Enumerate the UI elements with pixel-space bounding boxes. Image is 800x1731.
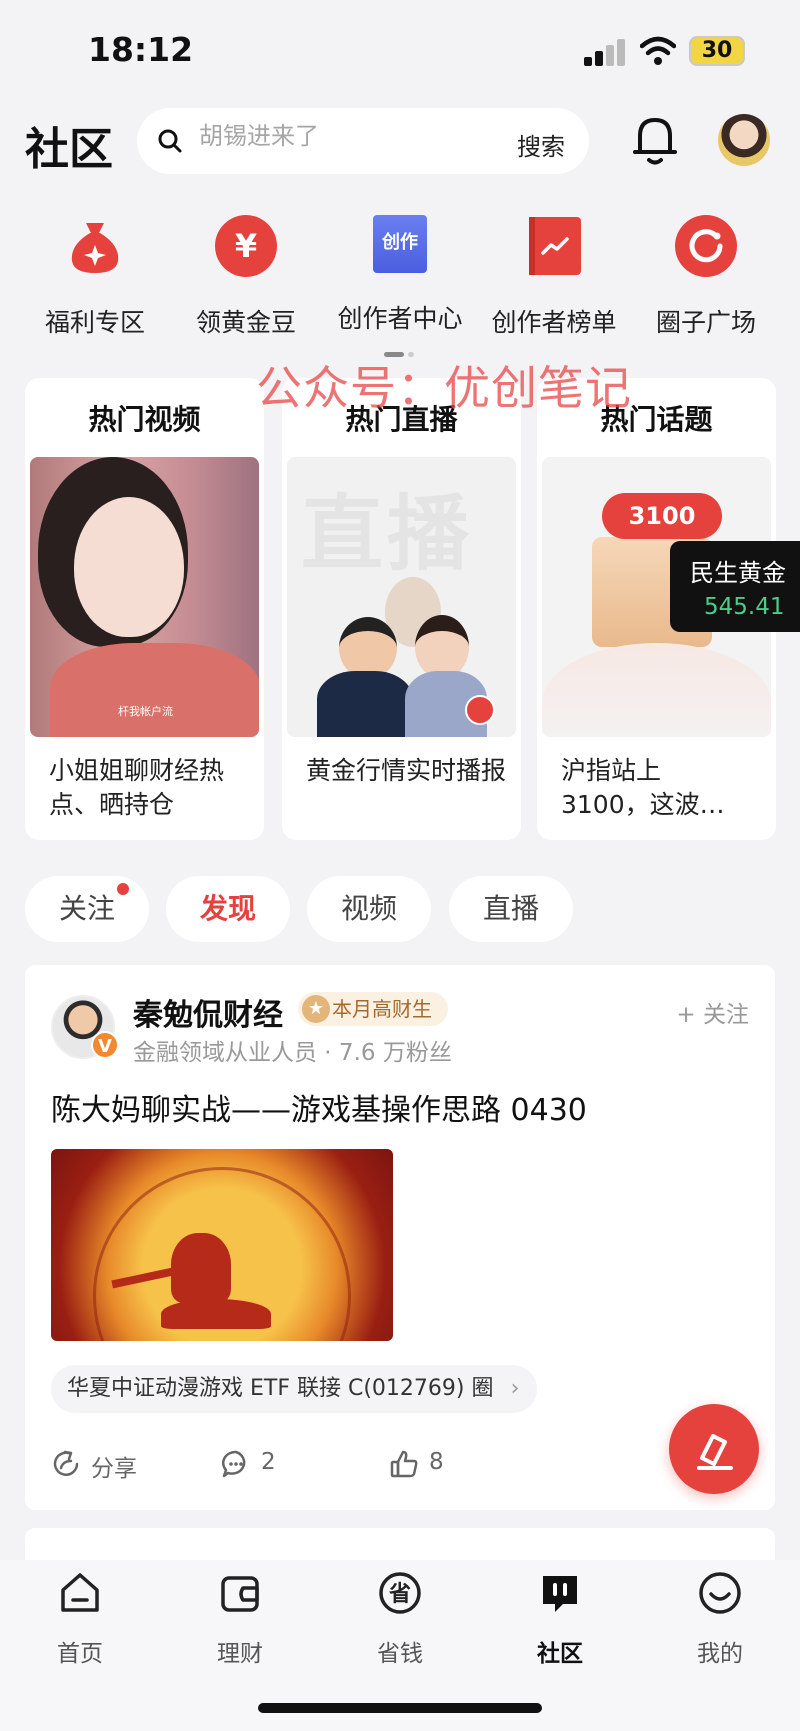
hot-live-card[interactable]: 热门直播 直播 黄金行情实时播报	[282, 378, 521, 840]
hot-section-title: 热门视频	[88, 403, 201, 436]
yen-coin-icon: ¥	[215, 215, 277, 277]
star-icon: ★	[302, 995, 330, 1023]
quick-action-label: 领黄金豆	[195, 308, 296, 337]
tab-live[interactable]: 直播	[449, 876, 573, 942]
search-button[interactable]: 搜索	[517, 127, 565, 162]
circle-plaza-icon	[675, 215, 737, 277]
svg-text:省: 省	[388, 1582, 411, 1607]
quick-action-label: 福利专区	[44, 308, 145, 337]
wifi-icon	[640, 36, 676, 65]
comment-count: 2	[261, 1449, 276, 1475]
tab-discover[interactable]: 发现	[166, 876, 290, 942]
quick-action-welfare[interactable]: 福利专区	[25, 215, 165, 339]
fund-tag-label: 华夏中证动漫游戏 ETF 联接 C(012769) 圈	[67, 1376, 494, 1401]
quick-action-label: 创作者榜单	[491, 308, 617, 337]
hot-section-text: 小姐姐聊财经热点、晒持仓	[49, 756, 225, 819]
compose-button[interactable]	[669, 1404, 759, 1494]
quick-action-circle-plaza[interactable]: 圈子广场	[636, 215, 776, 339]
quick-action-label: 圈子广场	[655, 308, 756, 337]
rank-badge-label: 本月高财生	[332, 997, 432, 1021]
video-caption: 杆我帐户流	[118, 705, 173, 718]
comment-button[interactable]: 2	[221, 1447, 321, 1483]
ranking-book-icon	[529, 217, 581, 275]
tab-mine[interactable]: 我的	[660, 1570, 780, 1668]
search-placeholder: 胡锡进来了	[199, 122, 319, 150]
save-money-icon: 省	[379, 1572, 421, 1614]
search-icon	[158, 129, 182, 153]
author-meta: 金融领域从业人员 · 7.6 万粉丝	[133, 1040, 452, 1066]
quick-action-label: 创作者中心	[337, 304, 463, 333]
video-thumbnail: 杆我帐户流	[30, 457, 259, 737]
share-icon	[53, 1450, 79, 1476]
comment-icon	[221, 1450, 246, 1478]
rank-badge: ★ 本月高财生	[298, 992, 448, 1026]
tab-label: 首页	[57, 1641, 103, 1667]
ticker-name: 民生黄金	[690, 559, 786, 587]
search-bar[interactable]: 胡锡进来了 搜索	[137, 108, 589, 174]
fund-tag[interactable]: 华夏中证动漫游戏 ETF 联接 C(012769) 圈 ›	[51, 1365, 538, 1413]
tab-save-money[interactable]: 省 省钱	[340, 1570, 460, 1668]
like-count: 8	[429, 1449, 444, 1475]
hot-video-card[interactable]: 热门视频 杆我帐户流 小姐姐聊财经热点、晒持仓	[25, 378, 264, 840]
chevron-right-icon: ›	[510, 1376, 520, 1401]
live-thumbnail: 直播	[287, 457, 516, 737]
status-time: 18:12	[88, 30, 194, 69]
community-icon	[543, 1576, 577, 1612]
verified-badge-icon: V	[91, 1031, 119, 1059]
tab-label: 社区	[537, 1641, 583, 1667]
tab-label: 理财	[217, 1641, 263, 1667]
bell-icon[interactable]	[630, 112, 680, 168]
home-indicator[interactable]	[258, 1703, 542, 1713]
tab-label: 省钱	[377, 1641, 423, 1667]
gold-price-ticker[interactable]: 民生黄金 545.41	[670, 541, 800, 632]
home-icon	[61, 1573, 99, 1612]
like-button[interactable]: 8	[389, 1447, 489, 1483]
share-label: 分享	[91, 1456, 137, 1482]
topic-bubble: 3100	[602, 493, 722, 539]
battery-level: 30	[701, 38, 733, 63]
share-button[interactable]: 分享	[51, 1447, 171, 1483]
live-bg-text: 直播	[301, 487, 474, 582]
post-title[interactable]: 陈大妈聊实战——游戏基操作思路 0430	[51, 1085, 587, 1129]
battery-indicator: 30	[689, 36, 745, 66]
gift-bag-icon	[71, 223, 119, 273]
ticker-value: 545.41	[704, 594, 785, 620]
unread-dot	[117, 883, 129, 895]
author-name[interactable]: 秦勉侃财经	[133, 990, 283, 1034]
user-avatar[interactable]	[718, 114, 770, 166]
post-image[interactable]	[51, 1149, 393, 1341]
follow-button[interactable]: + 关注	[676, 995, 749, 1029]
tab-home[interactable]: 首页	[20, 1570, 140, 1668]
post-card[interactable]: V 秦勉侃财经 ★ 本月高财生 金融领域从业人员 · 7.6 万粉丝 + 关注 陈…	[25, 965, 775, 1510]
compose-icon	[697, 1434, 733, 1470]
tab-finance[interactable]: 理财	[180, 1570, 300, 1668]
quick-action-creator-center[interactable]: 创作 创作者中心	[330, 215, 470, 335]
svg-text:¥: ¥	[235, 227, 257, 265]
quick-action-gold-beans[interactable]: ¥ 领黄金豆	[176, 215, 316, 339]
thumbs-up-icon	[390, 1450, 418, 1478]
profile-icon	[699, 1572, 741, 1614]
tab-label: 我的	[697, 1641, 743, 1667]
tab-community[interactable]: 社区	[500, 1570, 620, 1668]
watermark: 公众号：优创笔记	[256, 361, 632, 415]
creator-book-icon: 创作	[373, 215, 427, 273]
tab-video[interactable]: 视频	[307, 876, 431, 942]
wallet-icon	[221, 1576, 259, 1612]
page-title: 社区	[25, 124, 113, 175]
cellular-signal-icon	[584, 38, 626, 66]
hot-section-text: 黄金行情实时播报	[306, 756, 507, 785]
hot-section-text: 沪指站上3100，这波…	[561, 756, 725, 819]
quick-action-creator-ranking[interactable]: 创作者榜单	[484, 215, 624, 339]
tab-follow[interactable]: 关注	[25, 876, 149, 942]
